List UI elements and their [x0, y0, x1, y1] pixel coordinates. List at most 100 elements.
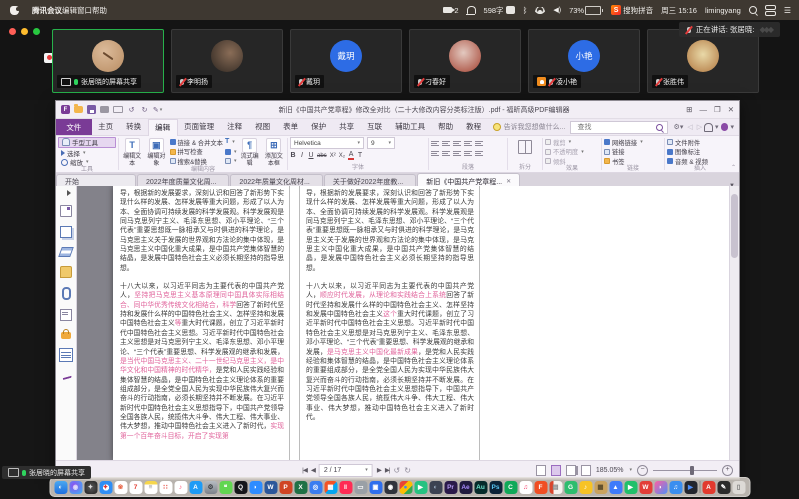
link-button[interactable]: 链接: [604, 148, 662, 157]
link-join-text-button[interactable]: 链接 & 合并文本: [170, 138, 223, 147]
dock-word-icon[interactable]: W: [264, 481, 277, 494]
menubar-item[interactable]: 窗口: [77, 6, 92, 15]
find-previous-icon[interactable]: ◁: [685, 123, 694, 131]
input-method-status[interactable]: S搜狗拼音: [611, 5, 653, 16]
ribbon-tab[interactable]: 表单: [277, 119, 305, 135]
undo-icon[interactable]: ↺: [127, 105, 136, 114]
scrollbar-thumb[interactable]: [731, 194, 738, 258]
close-tab-icon[interactable]: ✕: [506, 178, 511, 185]
dock-dark-player-icon[interactable]: ▶: [684, 481, 697, 494]
crop-button[interactable]: 裁剪▾: [545, 138, 599, 147]
dock-foxit-pdf-icon[interactable]: F: [534, 481, 547, 494]
dock-stylus-app-icon[interactable]: ✎: [717, 481, 730, 494]
tell-me-box[interactable]: 告诉我您想做什么...: [488, 122, 571, 132]
find-box[interactable]: [570, 121, 667, 134]
ribbon-tab[interactable]: 互联: [361, 119, 389, 135]
attachments-panel-icon[interactable]: [62, 287, 71, 300]
font-style-button[interactable]: X₂: [339, 153, 345, 159]
dock-notes-icon[interactable]: ≡: [144, 481, 157, 494]
dock-settings-icon[interactable]: ⚙: [204, 481, 217, 494]
indent-decrease-icon[interactable]: [431, 150, 439, 157]
dock-office-suite-icon[interactable]: ▦: [324, 481, 337, 494]
dock-launchpad-icon[interactable]: ✦: [84, 481, 97, 494]
video-tile[interactable]: 小艳 凌小艳: [528, 29, 640, 93]
battery-status[interactable]: 73%: [569, 6, 603, 15]
font-family-select[interactable]: Helvetica▾: [290, 137, 364, 149]
dock-green-video-icon[interactable]: ▶: [414, 481, 427, 494]
file-attachment-button[interactable]: 文件附件: [667, 138, 733, 147]
security-panel-icon[interactable]: [61, 332, 71, 339]
dock-siri-icon[interactable]: ◉: [69, 481, 82, 494]
account-profile-icon[interactable]: [721, 123, 729, 131]
dock-wps-icon[interactable]: W: [639, 481, 652, 494]
apple-menu-icon[interactable]: [10, 6, 19, 15]
minimize-window-button[interactable]: [21, 28, 28, 35]
video-tile[interactable]: 张胜伟: [647, 29, 759, 93]
justify-icon[interactable]: [475, 150, 483, 157]
ribbon-tab[interactable]: 保护: [305, 119, 333, 135]
reflow-edit-button[interactable]: ¶流式编辑: [239, 137, 261, 167]
screen-share-pill[interactable]: 张居晓的屏幕共享: [2, 466, 91, 479]
print-icon[interactable]: [100, 106, 109, 113]
add-textbox-button[interactable]: ⊞添加文本框: [263, 137, 285, 167]
select-tool-button[interactable]: 选择▾: [58, 149, 116, 158]
signature-panel-icon[interactable]: [61, 370, 72, 380]
add-shapes-button[interactable]: ▾: [225, 157, 237, 166]
ribbon-tab[interactable]: 辅助工具: [389, 119, 432, 135]
dock-gray-window-icon[interactable]: ▭: [354, 481, 367, 494]
close-window-button[interactable]: [9, 28, 16, 35]
pen-tool-icon[interactable]: ✎▾: [153, 105, 162, 114]
continuous-view-icon[interactable]: [551, 465, 561, 476]
bullet-list-icon[interactable]: [431, 140, 439, 147]
zoom-in-button[interactable]: +: [722, 465, 733, 476]
ribbon-tab[interactable]: 编辑: [148, 119, 178, 136]
zoom-slider-thumb[interactable]: [690, 466, 694, 475]
dock-camera-icon[interactable]: ◉: [384, 481, 397, 494]
search-replace-button[interactable]: 搜索&替换: [170, 157, 223, 166]
bookmark-button[interactable]: 书签: [604, 157, 662, 166]
video-tile[interactable]: 刁春好: [409, 29, 521, 93]
dock-itunes-icon[interactable]: ♫: [519, 481, 532, 494]
restore-icon[interactable]: ❐: [714, 105, 721, 114]
dock-wechat-icon[interactable]: ❝: [219, 481, 232, 494]
pdf-page[interactable]: 导，根据新的发展要求，深刻认识和回答了新形势下实现什么样的发展、怎样发展等重大问…: [113, 186, 729, 461]
ribbon-tab[interactable]: 共享: [333, 119, 361, 135]
ribbon-tab[interactable]: 视图: [249, 119, 277, 135]
add-image-button[interactable]: ▾: [225, 148, 237, 157]
dock-potplayer-icon[interactable]: ◗: [654, 481, 667, 494]
page-number-field[interactable]: 2 / 17▾: [319, 464, 373, 477]
dock-gif-app-icon[interactable]: G: [564, 481, 577, 494]
dock-music-blue-icon[interactable]: ♫: [669, 481, 682, 494]
dock-audition-icon[interactable]: Au: [474, 481, 487, 494]
ribbon-collapse-icon[interactable]: ⌃: [731, 164, 736, 171]
previous-view-icon[interactable]: ↺: [394, 466, 401, 475]
comments-panel-icon[interactable]: [60, 266, 72, 278]
dock-app-store-icon[interactable]: A: [189, 481, 202, 494]
font-style-button[interactable]: X²: [330, 153, 336, 159]
dock-qq-icon[interactable]: Q: [234, 481, 247, 494]
line-spacing-icon[interactable]: [453, 150, 461, 157]
dock-chrome-icon[interactable]: ●: [399, 481, 412, 494]
dock-premiere-icon[interactable]: Pr: [444, 481, 457, 494]
audio-video-button[interactable]: 音频 & 视频: [667, 157, 733, 166]
skew-button[interactable]: 倾斜: [545, 157, 599, 166]
menubar-item[interactable]: 帮助: [92, 6, 107, 15]
align-left-icon[interactable]: [453, 140, 461, 147]
open-file-icon[interactable]: [74, 106, 83, 113]
notification-bell-icon[interactable]: [467, 6, 476, 14]
ribbon-tab[interactable]: 教程: [460, 119, 488, 135]
video-tile[interactable]: 张居晓的屏幕共享: [52, 29, 164, 93]
volume-icon[interactable]: ◀): [553, 6, 561, 14]
zoom-slider[interactable]: [653, 470, 717, 471]
edit-object-button[interactable]: ▣编辑对象: [145, 137, 167, 167]
pages-panel-icon[interactable]: [60, 226, 72, 238]
dock-finder-icon[interactable]: ◐: [54, 481, 67, 494]
dock-sphere-icon[interactable]: ◐: [429, 481, 442, 494]
edit-text-button[interactable]: T编辑文本: [121, 137, 143, 167]
vertical-scrollbar[interactable]: [729, 186, 739, 461]
panel-collapse-arrow[interactable]: [67, 190, 71, 196]
facing-view-icon[interactable]: [566, 465, 576, 476]
find-settings-icon[interactable]: ⚙▾: [672, 123, 686, 131]
dock-blue-box-icon[interactable]: ▣: [369, 481, 382, 494]
image-annotation-button[interactable]: 图像标注: [667, 148, 733, 157]
